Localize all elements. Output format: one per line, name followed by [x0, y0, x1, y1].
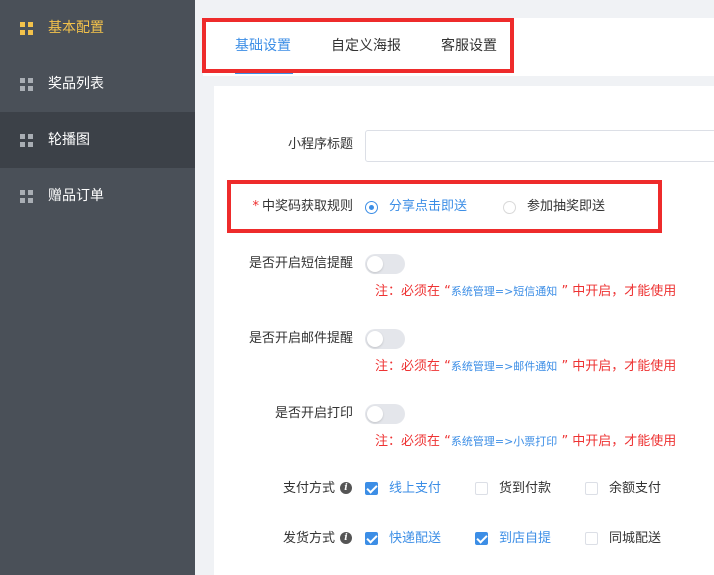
sidebar-item-label: 奖品列表 [48, 76, 104, 92]
checkbox-online-pay[interactable] [365, 482, 378, 495]
checkbox-balance-pay[interactable] [585, 482, 598, 495]
checkbox-same-city[interactable] [585, 532, 598, 545]
info-icon[interactable]: i [340, 532, 352, 544]
checkbox-balance-pay-label[interactable]: 余额支付 [609, 480, 661, 498]
grid-icon [20, 22, 33, 35]
email-note: 注：必须在 “系统管理=>邮件通知 ” 中开启，才能使用 [375, 359, 677, 374]
title-label: 小程序标题 [287, 137, 353, 152]
sidebar: 基本配置 奖品列表 轮播图 赠品订单 [0, 0, 195, 575]
print-toggle[interactable] [365, 404, 405, 424]
sidebar-item-prize-list[interactable]: 奖品列表 [0, 56, 195, 112]
info-icon[interactable]: i [340, 482, 352, 494]
print-note: 注：必须在 “系统管理=>小票打印 ” 中开启，才能使用 [375, 434, 677, 449]
checkbox-cod[interactable] [475, 482, 488, 495]
checkbox-pickup[interactable] [475, 532, 488, 545]
checkbox-express-label[interactable]: 快递配送 [389, 530, 441, 548]
code-rule-highlight-box [227, 180, 662, 233]
title-input[interactable] [365, 130, 714, 162]
checkbox-online-pay-label[interactable]: 线上支付 [389, 480, 441, 498]
tabs-highlight-box [202, 18, 514, 73]
checkbox-pickup-label[interactable]: 到店自提 [499, 530, 551, 548]
sidebar-item-basic-config[interactable]: 基本配置 [0, 0, 195, 56]
sidebar-item-carousel[interactable]: 轮播图 [0, 112, 195, 168]
checkbox-express[interactable] [365, 532, 378, 545]
grid-icon [20, 134, 33, 147]
checkbox-same-city-label[interactable]: 同城配送 [609, 530, 661, 548]
sms-note: 注：必须在 “系统管理=>短信通知 ” 中开启，才能使用 [375, 284, 677, 299]
print-label: 是否开启打印 [274, 406, 353, 421]
grid-icon [20, 190, 33, 203]
email-label: 是否开启邮件提醒 [248, 331, 353, 346]
sidebar-item-label: 轮播图 [48, 132, 90, 148]
sidebar-item-label: 基本配置 [48, 20, 104, 36]
sidebar-item-label: 赠品订单 [48, 188, 104, 204]
email-toggle[interactable] [365, 329, 405, 349]
sms-toggle[interactable] [365, 254, 405, 274]
grid-icon [20, 78, 33, 91]
sidebar-item-gift-orders[interactable]: 赠品订单 [0, 168, 195, 224]
sms-label: 是否开启短信提醒 [248, 256, 353, 271]
payment-label: 支付方式 [282, 481, 335, 496]
checkbox-cod-label[interactable]: 货到付款 [499, 480, 551, 498]
delivery-label: 发货方式 [282, 531, 335, 546]
